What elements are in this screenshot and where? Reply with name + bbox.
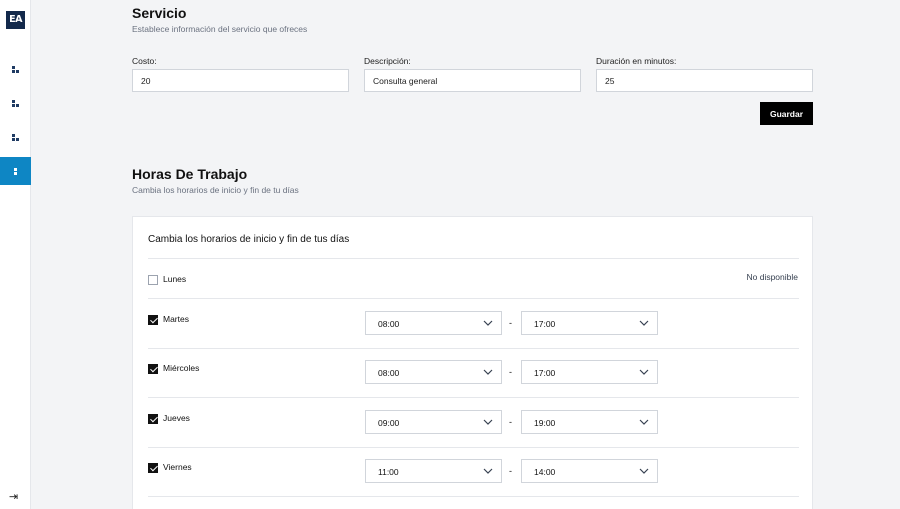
service-title: Servicio	[132, 5, 187, 21]
time-separator: -	[509, 466, 512, 476]
logout-icon[interactable]: ⇥	[9, 490, 23, 504]
grid-dots-icon	[11, 65, 20, 73]
description-input[interactable]	[364, 69, 581, 92]
chevron-down-icon	[483, 419, 493, 425]
duration-label: Duración en minutos:	[596, 56, 677, 66]
time-separator: -	[509, 367, 512, 377]
app-logo[interactable]: EA	[6, 11, 25, 29]
duration-input[interactable]	[596, 69, 813, 92]
sidebar-item-2[interactable]	[0, 89, 31, 117]
end-time-select[interactable]: 19:00	[521, 410, 658, 434]
end-time-select[interactable]: 17:00	[521, 360, 658, 384]
time-separator: -	[509, 318, 512, 328]
day-label: Viernes	[163, 462, 192, 472]
divider	[148, 496, 799, 497]
start-time-select[interactable]: 08:00	[365, 311, 502, 335]
save-button[interactable]: Guardar	[760, 102, 813, 125]
start-time-value: 09:00	[378, 418, 400, 428]
day-checkbox-miercoles[interactable]	[148, 364, 158, 374]
working-hours-title: Horas De Trabajo	[132, 166, 248, 182]
start-time-select[interactable]: 11:00	[365, 459, 502, 483]
start-time-value: 08:00	[378, 368, 400, 378]
start-time-value: 11:00	[378, 467, 399, 477]
day-label: Miércoles	[163, 363, 200, 373]
description-label: Descripción:	[364, 56, 411, 66]
end-time-value: 14:00	[534, 467, 556, 477]
divider	[148, 447, 799, 448]
day-checkbox-jueves[interactable]	[148, 414, 158, 424]
end-time-select[interactable]: 17:00	[521, 311, 658, 335]
divider	[148, 298, 799, 299]
start-time-select[interactable]: 09:00	[365, 410, 502, 434]
chevron-down-icon	[483, 468, 493, 474]
sidebar-item-3[interactable]	[0, 123, 31, 151]
grid-dots-icon	[11, 99, 20, 107]
chevron-down-icon	[483, 320, 493, 326]
end-time-value: 17:00	[534, 368, 556, 378]
divider	[148, 348, 799, 349]
card-title: Cambia los horarios de inicio y fin de t…	[148, 234, 350, 245]
cost-input[interactable]	[132, 69, 349, 92]
chevron-down-icon	[483, 369, 493, 375]
chevron-down-icon	[639, 320, 649, 326]
sidebar: EA ⇥	[0, 0, 31, 509]
day-label: Jueves	[163, 413, 190, 423]
day-checkbox-viernes[interactable]	[148, 463, 158, 473]
chevron-down-icon	[639, 369, 649, 375]
grid-dots-icon	[11, 133, 20, 141]
start-time-value: 08:00	[378, 319, 400, 329]
chevron-down-icon	[639, 468, 649, 474]
unavailable-status: No disponible	[746, 272, 798, 282]
day-label: Martes	[163, 314, 189, 324]
day-checkbox-lunes[interactable]	[148, 275, 158, 285]
start-time-select[interactable]: 08:00	[365, 360, 502, 384]
working-hours-card: Cambia los horarios de inicio y fin de t…	[132, 216, 813, 509]
grid-dots-icon	[12, 167, 20, 175]
end-time-value: 19:00	[534, 418, 556, 428]
divider	[148, 258, 799, 259]
end-time-select[interactable]: 14:00	[521, 459, 658, 483]
cost-label: Costo:	[132, 56, 157, 66]
time-separator: -	[509, 417, 512, 427]
divider	[148, 397, 799, 398]
chevron-down-icon	[639, 419, 649, 425]
end-time-value: 17:00	[534, 319, 556, 329]
day-label: Lunes	[163, 274, 187, 284]
day-checkbox-martes[interactable]	[148, 315, 158, 325]
sidebar-item-4[interactable]	[0, 157, 31, 185]
working-hours-subtitle: Cambia los horarios de inicio y fin de t…	[132, 185, 299, 195]
service-subtitle: Establece información del servicio que o…	[132, 24, 308, 34]
sidebar-item-1[interactable]	[0, 55, 31, 83]
